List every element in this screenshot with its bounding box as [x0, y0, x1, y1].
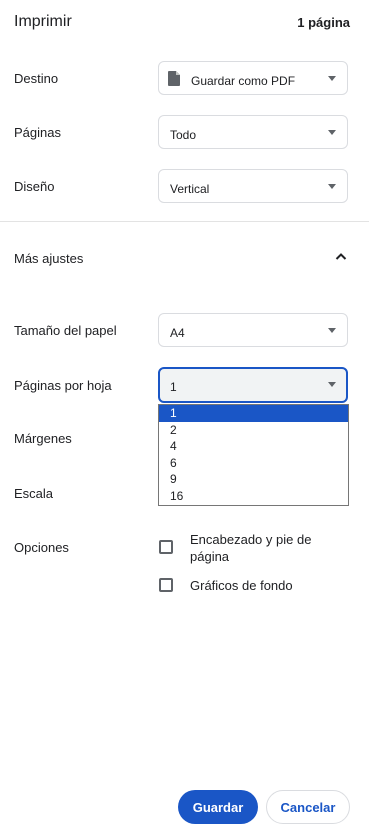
- cancel-button[interactable]: Cancelar: [266, 790, 350, 824]
- save-button[interactable]: Guardar: [178, 790, 258, 824]
- pages-per-sheet-dropdown: 1 2 4 6 9 16: [158, 404, 349, 506]
- dropdown-option[interactable]: 4: [159, 438, 348, 455]
- options-label: Opciones: [14, 540, 69, 555]
- layout-label: Diseño: [14, 179, 55, 194]
- document-icon: [168, 71, 180, 86]
- destination-select[interactable]: Guardar como PDF: [158, 61, 348, 95]
- pages-per-sheet-value: 1: [170, 380, 177, 394]
- dropdown-option[interactable]: 16: [159, 488, 348, 505]
- more-settings-label[interactable]: Más ajustes: [14, 251, 83, 266]
- scale-label: Escala: [14, 486, 54, 501]
- destination-value: Guardar como PDF: [191, 74, 296, 88]
- background-graphics-label: Gráficos de fondo: [190, 578, 293, 593]
- pages-label: Páginas: [14, 125, 61, 140]
- page-count: 1 página: [297, 15, 350, 30]
- paper-size-value: A4: [170, 326, 185, 340]
- pages-per-sheet-select[interactable]: 1: [158, 367, 348, 403]
- chevron-down-icon: [328, 328, 336, 333]
- dropdown-option[interactable]: 1: [159, 405, 348, 422]
- background-graphics-checkbox[interactable]: [159, 578, 173, 592]
- layout-select[interactable]: Vertical: [158, 169, 348, 203]
- header-footer-label: Encabezado y pie de página: [190, 532, 312, 564]
- chevron-up-icon[interactable]: [335, 252, 347, 260]
- chevron-down-icon: [328, 184, 336, 189]
- paper-size-select[interactable]: A4: [158, 313, 348, 347]
- chevron-down-icon: [328, 76, 336, 81]
- pages-select[interactable]: Todo: [158, 115, 348, 149]
- paper-size-label: Tamaño del papel: [14, 323, 117, 338]
- layout-value: Vertical: [170, 182, 210, 196]
- chevron-down-icon: [328, 382, 336, 387]
- divider: [0, 221, 369, 222]
- header-footer-checkbox[interactable]: [159, 540, 173, 554]
- pages-value: Todo: [170, 128, 197, 142]
- page-title: Imprimir: [14, 13, 72, 30]
- chevron-down-icon: [328, 130, 336, 135]
- margins-label: Márgenes: [14, 431, 72, 446]
- dropdown-option[interactable]: 6: [159, 455, 348, 472]
- pages-per-sheet-label: Páginas por hoja: [14, 378, 112, 393]
- dropdown-option[interactable]: 9: [159, 471, 348, 488]
- destination-label: Destino: [14, 71, 59, 86]
- dropdown-option[interactable]: 2: [159, 422, 348, 439]
